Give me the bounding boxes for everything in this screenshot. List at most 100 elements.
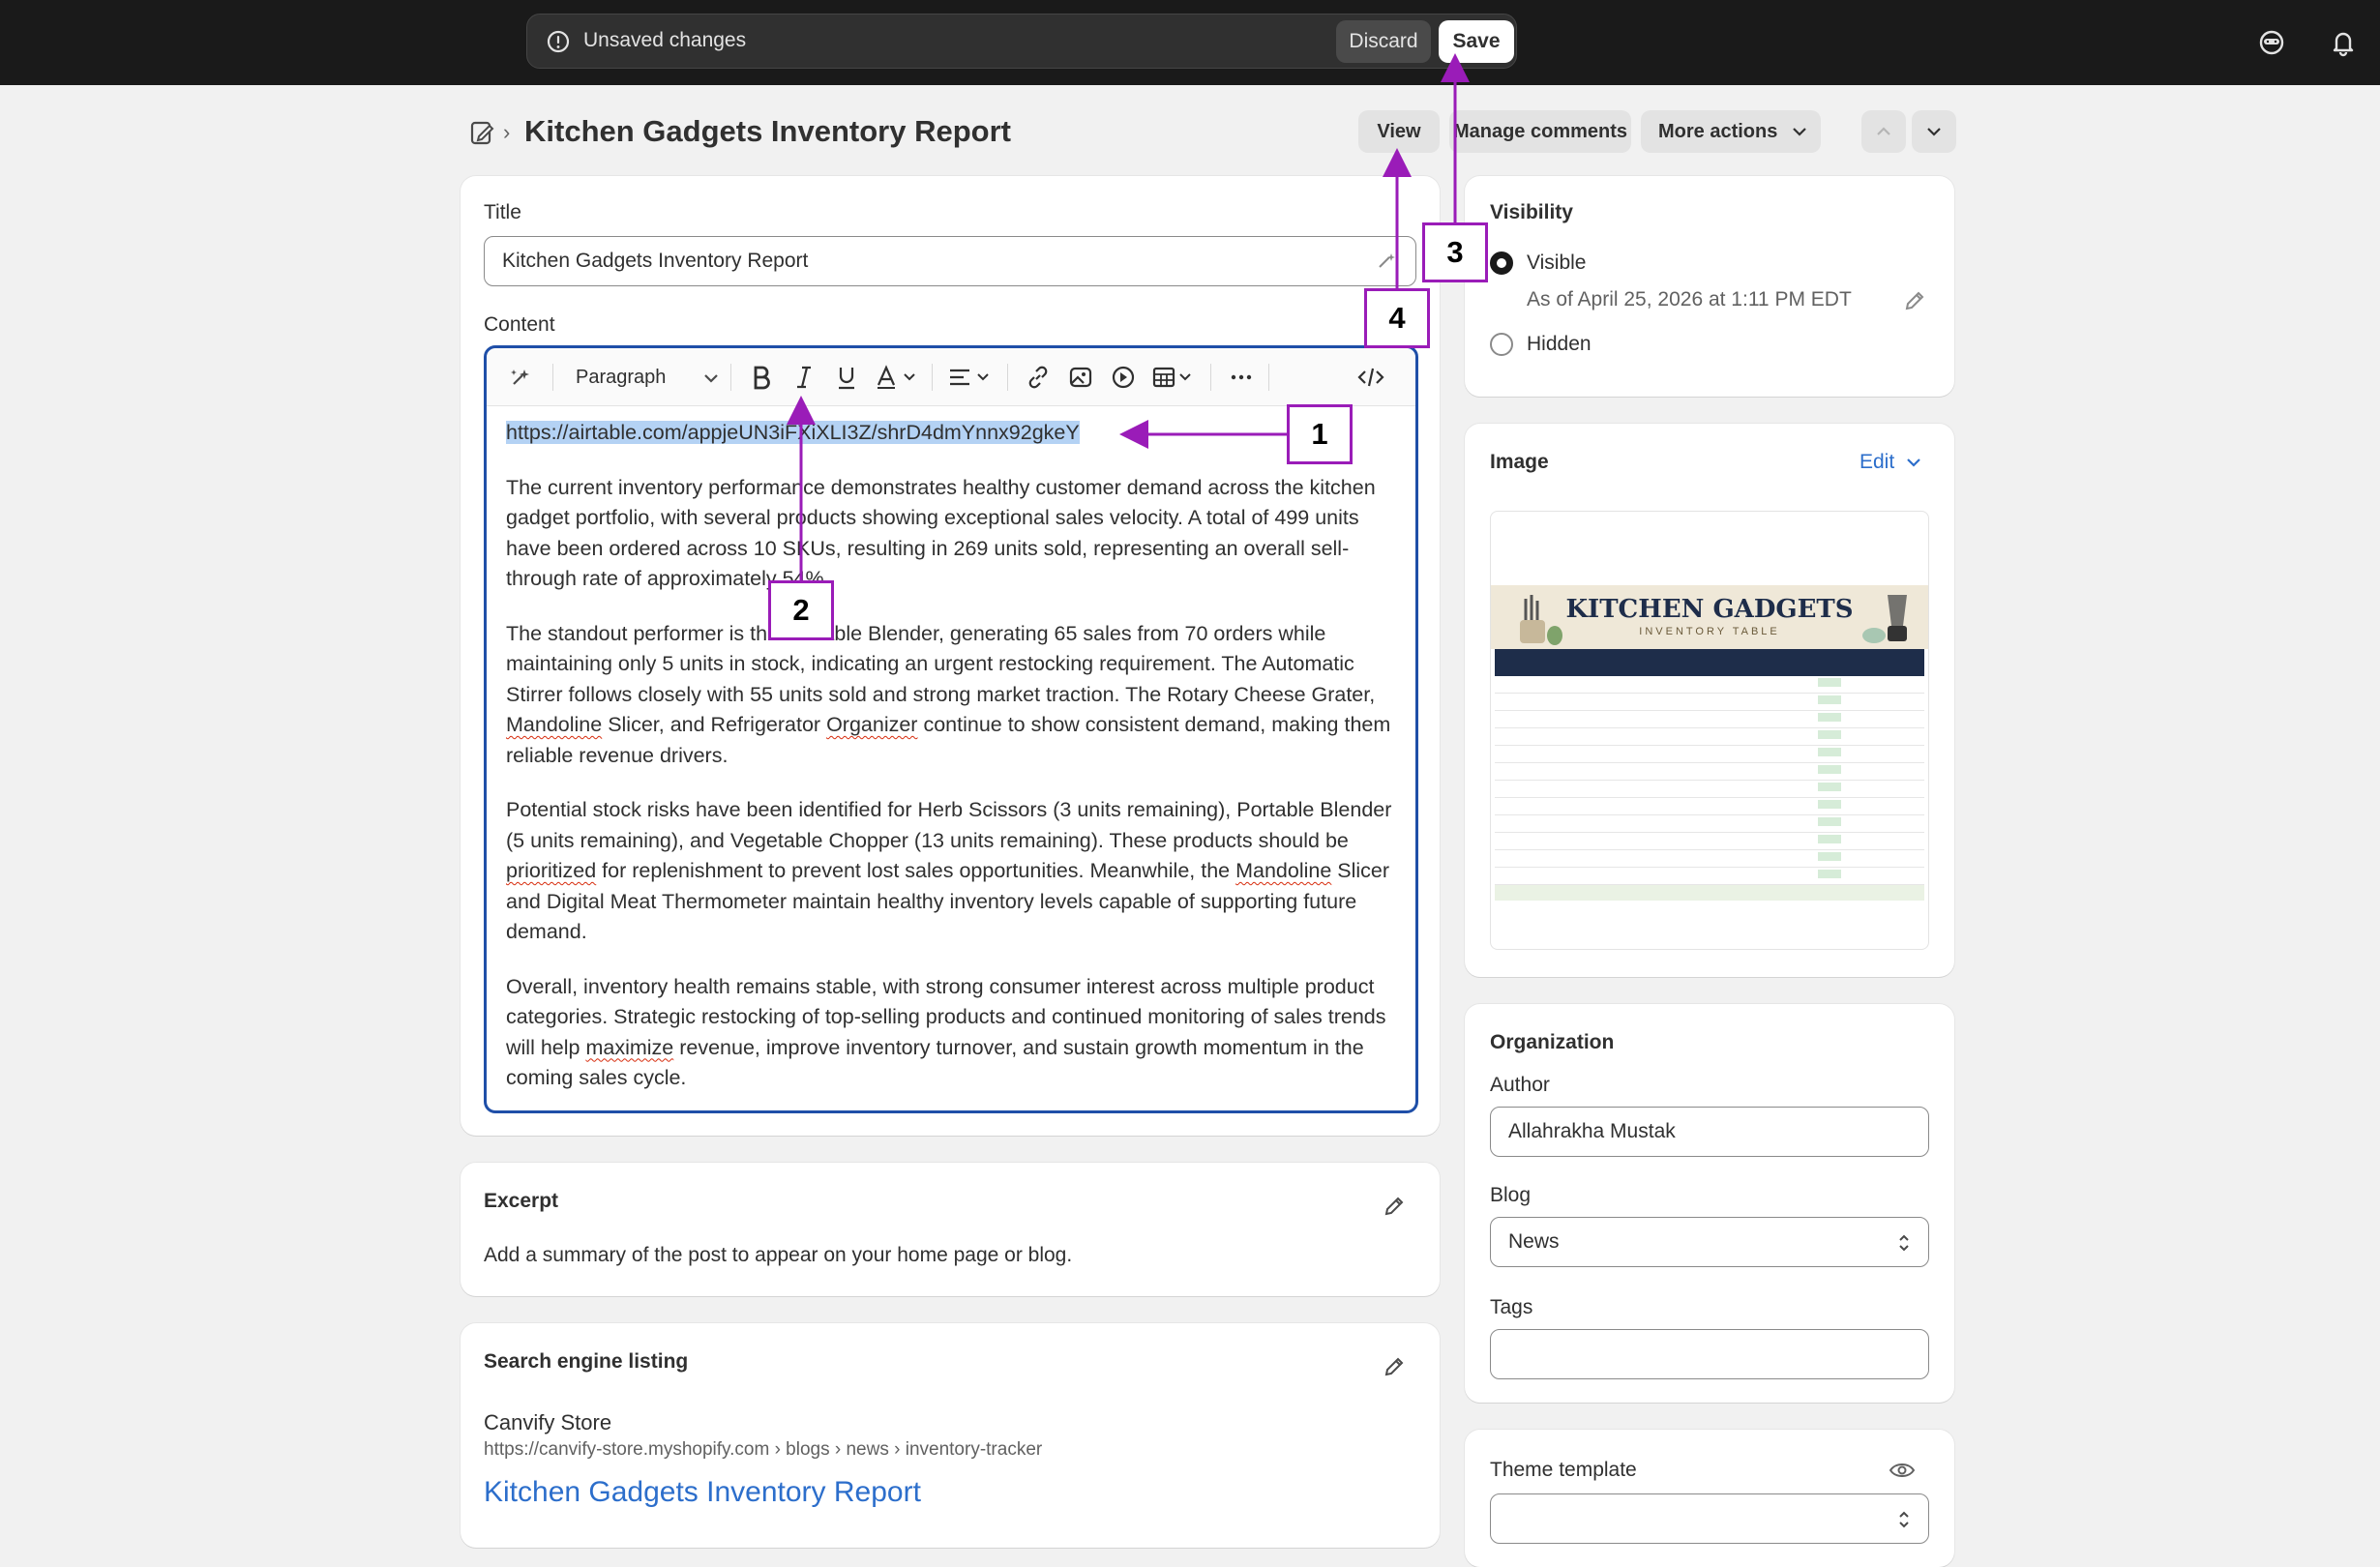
tags-label: Tags bbox=[1490, 1296, 1533, 1318]
featured-image-thumbnail[interactable]: KITCHEN GADGETS INVENTORY TABLE bbox=[1490, 511, 1929, 950]
more-actions-label: More actions bbox=[1658, 121, 1778, 142]
code-view-icon[interactable] bbox=[1354, 362, 1388, 393]
manage-comments-button[interactable]: Manage comments bbox=[1449, 110, 1631, 153]
account-icon[interactable] bbox=[2254, 25, 2289, 60]
spellcheck-word: Mandoline bbox=[1235, 859, 1332, 882]
author-value: Allahrakha Mustak bbox=[1508, 1120, 1676, 1142]
spellcheck-word: maximize bbox=[585, 1035, 674, 1059]
tags-input[interactable] bbox=[1490, 1329, 1929, 1379]
seo-url: https://canvify-store.myshopify.com › bl… bbox=[484, 1439, 1043, 1460]
annotation-label-3: 3 bbox=[1422, 222, 1488, 282]
table-icon[interactable] bbox=[1150, 362, 1199, 393]
page-title: Kitchen Gadgets Inventory Report bbox=[524, 114, 1011, 148]
edit-document-icon bbox=[470, 121, 494, 145]
image-edit-label: Edit bbox=[1859, 451, 1895, 473]
chevron-down-icon bbox=[1927, 128, 1941, 136]
annotation-label-2: 2 bbox=[768, 580, 834, 640]
top-bar: Unsaved changes Discard Save bbox=[0, 0, 2380, 85]
chevron-down-icon bbox=[1793, 128, 1806, 136]
blender-icon bbox=[1862, 595, 1907, 643]
selected-url-text[interactable]: https://airtable.com/appjeUN3iFXiXLI3Z/s… bbox=[506, 421, 1080, 444]
thumbnail-footer bbox=[1495, 885, 1924, 901]
annotation-label-4: 4 bbox=[1364, 288, 1430, 348]
p2-text-b: Slicer, and Refrigerator bbox=[602, 713, 827, 736]
italic-icon[interactable] bbox=[788, 362, 819, 393]
excerpt-description: Add a summary of the post to appear on y… bbox=[484, 1244, 1073, 1266]
chevron-down-icon bbox=[1907, 458, 1920, 467]
thumbnail-table-header bbox=[1495, 649, 1924, 676]
save-button[interactable]: Save bbox=[1439, 20, 1514, 63]
author-input[interactable]: Allahrakha Mustak bbox=[1490, 1107, 1929, 1157]
thumbnail-table-body bbox=[1495, 676, 1924, 885]
breadcrumb-chevron-icon: › bbox=[503, 120, 511, 144]
p2-text-a: The standout performer is the Portable B… bbox=[506, 621, 1376, 706]
p3-text-a: Potential stock risks have been identifi… bbox=[506, 798, 1392, 852]
visible-label[interactable]: Visible bbox=[1527, 251, 1586, 275]
toolbar-divider bbox=[552, 364, 553, 391]
eye-icon[interactable] bbox=[1889, 1459, 1916, 1482]
hidden-label[interactable]: Hidden bbox=[1527, 333, 1592, 356]
video-play-icon[interactable] bbox=[1108, 362, 1139, 393]
image-edit-button[interactable]: Edit bbox=[1859, 451, 1921, 474]
spellcheck-word: prioritized bbox=[506, 859, 597, 882]
alert-circle-icon bbox=[547, 30, 570, 53]
excerpt-card bbox=[461, 1163, 1440, 1296]
title-label: Title bbox=[484, 201, 521, 223]
unsaved-changes-text: Unsaved changes bbox=[583, 29, 747, 51]
theme-template-select[interactable] bbox=[1490, 1493, 1929, 1544]
author-label: Author bbox=[1490, 1074, 1550, 1096]
toolbar-divider bbox=[1268, 364, 1269, 391]
title-input[interactable]: Kitchen Gadgets Inventory Report bbox=[484, 236, 1416, 286]
text-color-icon[interactable] bbox=[874, 362, 920, 393]
seo-link-title[interactable]: Kitchen Gadgets Inventory Report bbox=[484, 1476, 921, 1509]
page-header: › Kitchen Gadgets Inventory Report View … bbox=[468, 108, 1958, 159]
bell-icon[interactable] bbox=[2326, 25, 2361, 60]
previous-post-button[interactable] bbox=[1861, 110, 1906, 153]
magic-sparkle-icon[interactable] bbox=[504, 362, 537, 393]
select-arrows-icon bbox=[1899, 1511, 1909, 1528]
excerpt-heading: Excerpt bbox=[484, 1190, 559, 1212]
image-heading: Image bbox=[1490, 451, 1549, 473]
visibility-heading: Visibility bbox=[1490, 201, 1573, 223]
unsaved-changes-bar: Unsaved changes Discard Save bbox=[526, 14, 1517, 69]
more-actions-button[interactable]: More actions bbox=[1641, 110, 1821, 153]
paragraph-style-value: Paragraph bbox=[576, 367, 667, 388]
pencil-icon[interactable] bbox=[1382, 1354, 1407, 1379]
content-paragraph-1: The current inventory performance demons… bbox=[506, 475, 1376, 591]
content-paragraph-3: Potential stock risks have been identifi… bbox=[506, 795, 1396, 948]
bold-icon[interactable] bbox=[746, 362, 777, 393]
magic-sparkle-icon[interactable] bbox=[1374, 250, 1399, 275]
paragraph-style-select[interactable]: Paragraph bbox=[572, 362, 719, 393]
toolbar-divider bbox=[730, 364, 731, 391]
image-icon[interactable] bbox=[1065, 362, 1096, 393]
editor-toolbar: Paragraph bbox=[487, 348, 1415, 406]
next-post-button[interactable] bbox=[1912, 110, 1956, 153]
annotation-label-1: 1 bbox=[1287, 404, 1353, 464]
seo-heading: Search engine listing bbox=[484, 1350, 689, 1373]
title-input-value: Kitchen Gadgets Inventory Report bbox=[502, 250, 809, 272]
view-button[interactable]: View bbox=[1358, 110, 1440, 153]
thumbnail-status-column bbox=[1818, 678, 1841, 881]
spellcheck-word: Mandoline bbox=[506, 713, 603, 736]
align-left-icon[interactable] bbox=[945, 362, 996, 393]
underline-icon[interactable] bbox=[831, 362, 862, 393]
toolbar-divider bbox=[932, 364, 933, 391]
blog-label: Blog bbox=[1490, 1184, 1532, 1206]
content-paragraph-2: The standout performer is the Portable B… bbox=[506, 619, 1396, 772]
pencil-icon[interactable] bbox=[1902, 288, 1927, 313]
discard-button[interactable]: Discard bbox=[1336, 20, 1431, 63]
hidden-radio[interactable] bbox=[1490, 333, 1513, 356]
editor-content[interactable]: https://airtable.com/appjeUN3iFXiXLI3Z/s… bbox=[506, 418, 1396, 1118]
rich-text-editor[interactable]: Paragraph https://airtable.com/appjeUN3i… bbox=[484, 345, 1418, 1113]
visible-radio[interactable] bbox=[1490, 251, 1513, 275]
organization-heading: Organization bbox=[1490, 1031, 1615, 1053]
more-options-icon[interactable] bbox=[1226, 362, 1257, 393]
pencil-icon[interactable] bbox=[1382, 1194, 1407, 1219]
visible-date: As of April 25, 2026 at 1:11 PM EDT bbox=[1527, 288, 1852, 310]
theme-template-heading: Theme template bbox=[1490, 1459, 1637, 1481]
link-icon[interactable] bbox=[1023, 362, 1054, 393]
select-arrows-icon bbox=[1899, 1234, 1909, 1252]
blog-select[interactable]: News bbox=[1490, 1217, 1929, 1267]
chevron-down-icon bbox=[704, 374, 718, 383]
content-label: Content bbox=[484, 313, 555, 336]
